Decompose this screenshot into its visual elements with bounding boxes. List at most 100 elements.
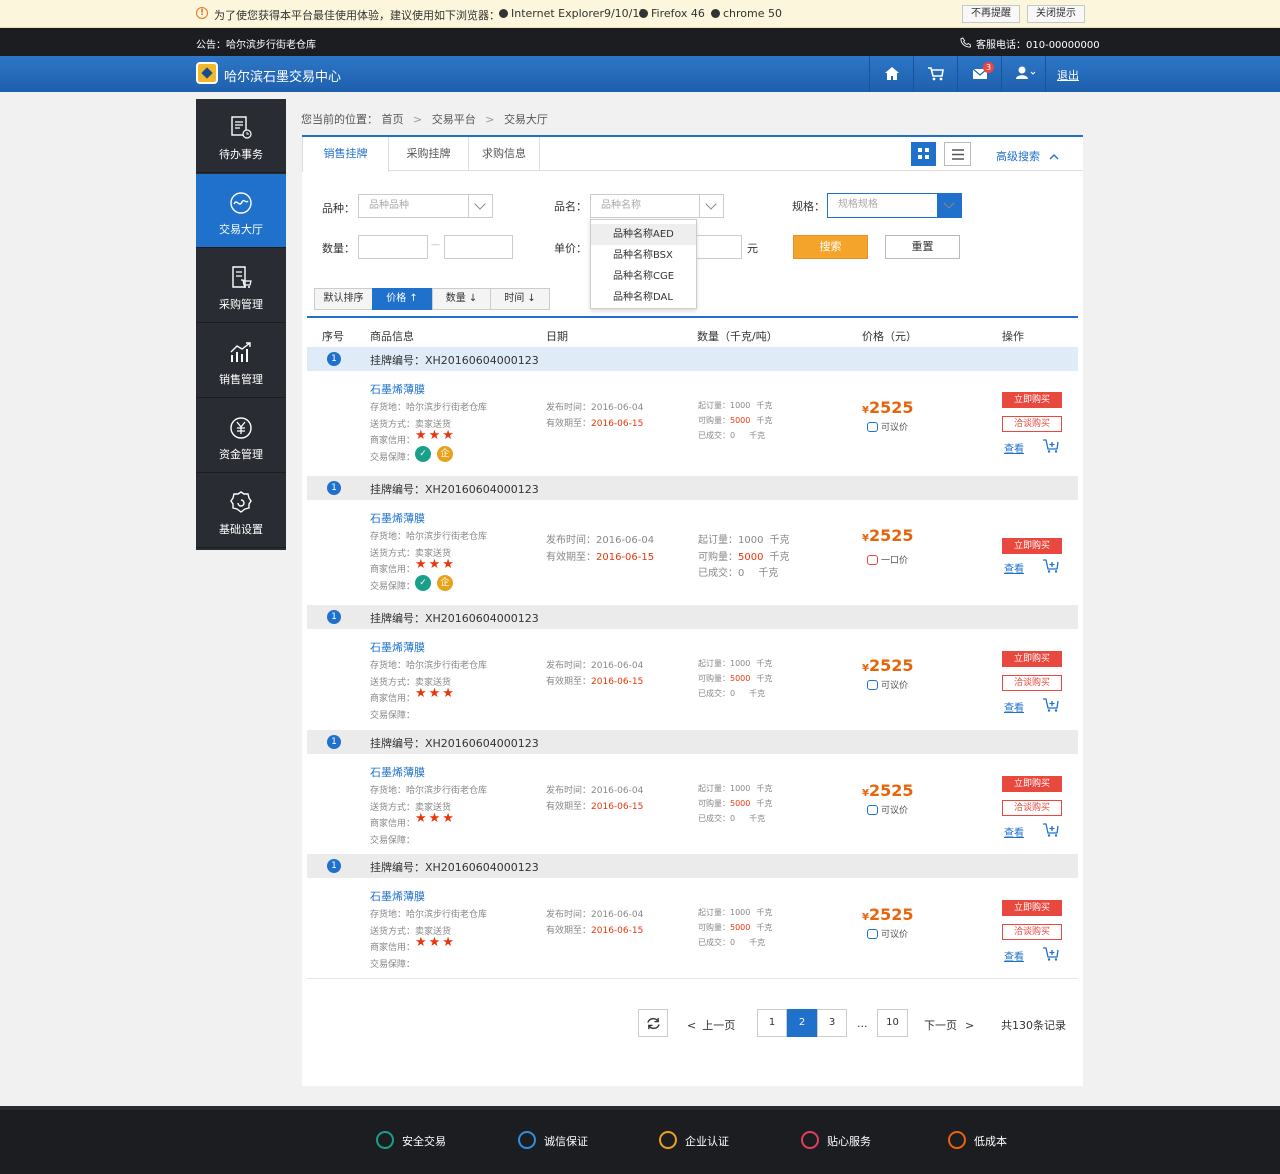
cart-button[interactable]: [913, 56, 957, 92]
add-cart-icon[interactable]: [1043, 698, 1059, 712]
page-2[interactable]: 2: [787, 1009, 817, 1037]
chevron-down-icon: [937, 194, 961, 217]
product-name-link[interactable]: 石墨烯薄膜: [370, 381, 425, 397]
view-link[interactable]: 查看: [1004, 560, 1024, 575]
col-index: 序号: [322, 330, 344, 343]
sidebar-item-label: 销售管理: [219, 373, 263, 386]
advanced-search-toggle[interactable]: 高级搜索: [996, 148, 1059, 164]
name-select[interactable]: 品种名称: [590, 194, 724, 218]
prev-page-button[interactable]: < 上一页: [687, 1017, 735, 1033]
credit-label: 商家信用：: [370, 565, 416, 575]
mail-count-badge: 3: [983, 62, 994, 73]
no-remind-button[interactable]: 不再提醒: [962, 5, 1020, 23]
guarantee-label: 交易保障：: [370, 836, 416, 846]
breadcrumb-home[interactable]: 首页: [382, 113, 404, 126]
refresh-button[interactable]: [638, 1009, 668, 1037]
negotiate-button[interactable]: 洽谈购买: [1002, 675, 1062, 691]
view-link[interactable]: 查看: [1004, 699, 1024, 714]
buy-now-button[interactable]: 立即购买: [1002, 900, 1062, 916]
quantity-min-input[interactable]: [358, 235, 428, 259]
dropdown-option[interactable]: 品种名称DAL: [591, 287, 696, 308]
reset-button[interactable]: 重置: [885, 235, 960, 259]
close-tip-button[interactable]: 关闭提示: [1027, 5, 1085, 23]
sort-default[interactable]: 默认排序: [314, 288, 373, 310]
tab-purchase-listing[interactable]: 采购挂牌: [389, 137, 469, 171]
logout-button[interactable]: 退出: [1045, 56, 1085, 92]
feature-icon: [659, 1131, 677, 1149]
site-name[interactable]: 哈尔滨石墨交易中心: [224, 66, 341, 85]
sidebar-item-sales[interactable]: 销售管理: [196, 324, 286, 398]
site-header: 哈尔滨石墨交易中心 3 退出: [0, 56, 1280, 92]
sidebar: 待办事务 交易大厅 采购管理 销售管理 资金管理 基础设置: [196, 99, 286, 550]
tab-sales-listing[interactable]: 销售挂牌: [302, 137, 389, 172]
home-button[interactable]: [869, 56, 913, 92]
user-menu-button[interactable]: [1001, 56, 1045, 92]
add-cart-icon[interactable]: [1043, 439, 1059, 453]
listing-index: 1: [327, 610, 341, 624]
dropdown-option[interactable]: 品种名称CGE: [591, 266, 696, 287]
list-view-button[interactable]: [944, 142, 971, 166]
listing-price: ¥2525: [862, 398, 914, 417]
negotiate-button[interactable]: 洽谈购买: [1002, 416, 1062, 432]
arrow-down-icon: ↓: [527, 293, 536, 304]
variety-select[interactable]: 品种品种: [358, 194, 493, 218]
buy-now-button[interactable]: 立即购买: [1002, 538, 1062, 554]
listing-index: 1: [327, 735, 341, 749]
site-footer: 安全交易 诚信保证 企业认证 贴心服务 低成本: [0, 1106, 1280, 1174]
buy-now-button[interactable]: 立即购买: [1002, 392, 1062, 408]
sidebar-item-funds[interactable]: 资金管理: [196, 399, 286, 473]
search-button[interactable]: 搜索: [793, 235, 868, 259]
product-name-link[interactable]: 石墨烯薄膜: [370, 639, 425, 655]
tab-demand-info[interactable]: 求购信息: [469, 137, 540, 171]
footer-feature: 低成本: [948, 1131, 1007, 1149]
listing-code: 挂牌编号：XH20160604000123: [370, 612, 539, 625]
sort-time[interactable]: 时间 ↓: [490, 288, 550, 310]
valid-until: 有效期至：2016-06-15: [546, 926, 644, 936]
sort-price[interactable]: 价格 ↑: [372, 288, 432, 310]
available-quantity: 可购量：5000 千克: [698, 923, 773, 932]
listing-index: 1: [327, 859, 341, 873]
page-1[interactable]: 1: [757, 1009, 787, 1037]
page-last[interactable]: 10: [877, 1009, 908, 1037]
breadcrumb-platform[interactable]: 交易平台: [432, 113, 476, 126]
negotiate-button[interactable]: 洽谈购买: [1002, 924, 1062, 940]
name-label: 品名：: [554, 200, 587, 213]
sidebar-item-trade-hall[interactable]: 交易大厅: [196, 174, 286, 248]
product-name-link[interactable]: 石墨烯薄膜: [370, 764, 425, 780]
product-name-link[interactable]: 石墨烯薄膜: [370, 510, 425, 526]
add-cart-icon[interactable]: [1043, 823, 1059, 837]
quantity-max-input[interactable]: [444, 235, 513, 259]
sort-quantity[interactable]: 数量 ↓: [432, 288, 491, 310]
firefox-icon: [639, 9, 648, 18]
buy-now-button[interactable]: 立即购买: [1002, 776, 1062, 792]
grid-view-button[interactable]: [911, 142, 936, 166]
listing-row: 石墨烯薄膜 存货地：哈尔滨步行街老仓库 送货方式：卖家送货 商家信用： ★★★ 交易保障：…: [307, 754, 1078, 854]
dropdown-option[interactable]: 品种名称AED: [591, 224, 696, 245]
add-cart-icon[interactable]: [1043, 947, 1059, 961]
chat-icon: [867, 805, 878, 815]
sidebar-item-label: 资金管理: [219, 448, 263, 461]
credit-stars: ★★★: [415, 557, 456, 572]
buy-now-button[interactable]: 立即购买: [1002, 651, 1062, 667]
warehouse-text: 存货地：哈尔滨步行街老仓库: [370, 910, 488, 920]
view-link[interactable]: 查看: [1004, 948, 1024, 963]
sidebar-item-purchase[interactable]: 采购管理: [196, 249, 286, 323]
next-page-button[interactable]: 下一页 >: [924, 1017, 974, 1033]
publish-date: 发布时间：2016-06-04: [546, 661, 644, 671]
add-cart-icon[interactable]: [1043, 559, 1059, 573]
spec-select[interactable]: 规格规格: [827, 193, 962, 218]
site-logo[interactable]: [196, 62, 218, 84]
guarantee-label: 交易保障：: [370, 960, 416, 970]
sidebar-item-settings[interactable]: 基础设置: [196, 474, 286, 548]
view-link[interactable]: 查看: [1004, 824, 1024, 839]
view-link[interactable]: 查看: [1004, 440, 1024, 455]
product-name-link[interactable]: 石墨烯薄膜: [370, 888, 425, 904]
guarantee-label: 交易保障：: [370, 711, 416, 721]
sidebar-item-todo[interactable]: 待办事务: [196, 99, 286, 173]
dropdown-option[interactable]: 品种名称BSX: [591, 245, 696, 266]
mail-button[interactable]: 3: [957, 56, 1001, 92]
negotiate-button[interactable]: 洽谈购买: [1002, 800, 1062, 816]
page-3[interactable]: 3: [817, 1009, 847, 1037]
credit-label: 商家信用：: [370, 694, 416, 704]
deal-quantity: 已成交：0 千克: [698, 938, 766, 947]
